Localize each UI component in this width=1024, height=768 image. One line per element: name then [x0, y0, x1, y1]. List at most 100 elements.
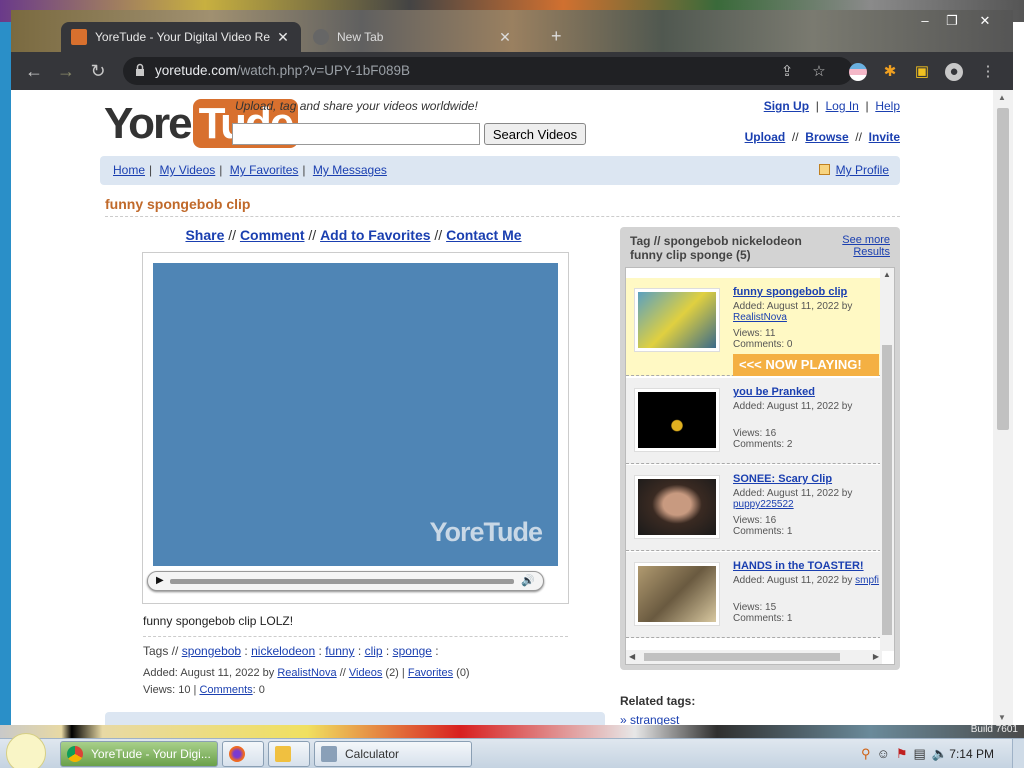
scroll-up-icon[interactable]: ▲	[998, 93, 1006, 102]
address-bar[interactable]: yoretude.com/watch.php?v=UPY-1bF089B	[123, 57, 853, 85]
tab-title: YoreTude - Your Digital Video Re	[95, 30, 271, 44]
tag-link[interactable]: spongebob	[182, 644, 241, 658]
search-button[interactable]: Search Videos	[484, 123, 586, 145]
uploader-link[interactable]: RealistNova	[277, 667, 336, 679]
tag-link[interactable]: funny	[325, 644, 354, 658]
search-icon[interactable]: ⚲	[861, 746, 877, 761]
task-explorer[interactable]	[268, 741, 310, 767]
scroll-up-icon[interactable]: ▲	[883, 270, 891, 279]
nav-my-messages[interactable]: My Messages	[313, 163, 387, 177]
video-tags: Tags // spongebob : nickelodeon : funny …	[143, 644, 439, 658]
scroll-down-icon[interactable]: ▼	[998, 713, 1006, 722]
tab-yoretude[interactable]: YoreTude - Your Digital Video Re ✕	[61, 22, 301, 52]
lock-icon	[136, 63, 144, 76]
list-scroll-thumb[interactable]	[882, 345, 892, 635]
item-title-link[interactable]: funny spongebob clip	[733, 286, 847, 298]
network-icon[interactable]: ▤	[914, 746, 932, 761]
video-thumbnail[interactable]	[634, 562, 720, 626]
show-desktop-button[interactable]	[1012, 739, 1024, 768]
close-icon[interactable]: ✕	[497, 29, 513, 46]
video-thumbnail[interactable]	[634, 288, 720, 352]
back-icon[interactable]: ←	[23, 61, 45, 81]
profile-icon[interactable]: ●	[945, 63, 963, 81]
add-favorites-link[interactable]: Add to Favorites	[320, 227, 430, 243]
list-item[interactable]: funny spongebob clip Added: August 11, 2…	[626, 278, 881, 376]
list-horizontal-scrollbar[interactable]: ◀ ▶	[626, 650, 882, 664]
videos-link[interactable]: Videos	[349, 667, 382, 679]
clock[interactable]: 7:14 PM	[949, 747, 994, 761]
item-views: Views: 16	[733, 428, 777, 439]
volume-icon[interactable]: 🔊	[521, 574, 535, 587]
login-link[interactable]: Log In	[825, 99, 858, 113]
tag-link[interactable]: nickelodeon	[251, 644, 315, 658]
contact-link[interactable]: Contact Me	[446, 227, 521, 243]
results-link[interactable]: Results	[853, 246, 890, 258]
sidepanel-icon[interactable]: ▣	[913, 63, 931, 81]
smiley-icon[interactable]: ☺	[877, 746, 896, 761]
list-hscroll-thumb[interactable]	[644, 653, 840, 661]
video-thumbnail[interactable]	[634, 475, 720, 539]
extension-icon[interactable]	[849, 63, 867, 81]
related-tag-link[interactable]: » strangest	[620, 713, 679, 725]
tag-link[interactable]: clip	[365, 644, 383, 658]
comments-link[interactable]: Comments	[199, 684, 252, 696]
list-item[interactable]: SONEE: Scary Clip Added: August 11, 2022…	[626, 465, 881, 551]
close-window-icon[interactable]: ✕	[974, 12, 996, 30]
item-added: Added: August 11, 2022 by	[733, 301, 853, 312]
browse-link[interactable]: Browse	[805, 130, 848, 144]
scroll-right-icon[interactable]: ▶	[873, 652, 879, 661]
list-item[interactable]: HANDS in the TOASTER! Added: August 11, …	[626, 552, 881, 638]
task-firefox[interactable]	[222, 741, 264, 767]
favorites-link[interactable]: Favorites	[408, 667, 453, 679]
comment-link[interactable]: Comment	[240, 227, 305, 243]
video-thumbnail[interactable]	[634, 388, 720, 452]
minimize-icon[interactable]: –	[914, 12, 936, 30]
restore-icon[interactable]: ❐	[941, 12, 963, 30]
task-chrome[interactable]: YoreTude - Your Digi...	[60, 741, 218, 767]
item-title-link[interactable]: you be Pranked	[733, 386, 815, 398]
video-screen[interactable]: YoreTude	[153, 263, 558, 566]
list-item[interactable]: you be Pranked Added: August 11, 2022 by…	[626, 378, 881, 464]
item-user-link[interactable]: RealistNova	[733, 312, 787, 323]
page-scrollbar[interactable]: ▲ ▼	[993, 90, 1013, 725]
page-scroll-thumb[interactable]	[997, 108, 1009, 430]
reload-icon[interactable]: ↻	[87, 61, 109, 81]
task-calculator[interactable]: Calculator	[314, 741, 472, 767]
tag-link[interactable]: sponge	[393, 644, 432, 658]
firefox-icon	[229, 746, 245, 762]
tab-new-tab[interactable]: New Tab ✕	[303, 22, 523, 52]
url-text[interactable]: yoretude.com/watch.php?v=UPY-1bF089B	[155, 63, 410, 78]
search-input[interactable]	[232, 123, 480, 145]
close-icon[interactable]: ✕	[275, 29, 291, 46]
upload-link[interactable]: Upload	[745, 130, 786, 144]
item-user-link[interactable]: puppy225522	[733, 499, 794, 510]
my-profile: My Profile	[818, 163, 889, 177]
see-more-link[interactable]: See more	[842, 234, 890, 246]
item-user-link[interactable]: smpfi	[855, 575, 879, 586]
nav-my-videos[interactable]: My Videos	[159, 163, 215, 177]
help-link[interactable]: Help	[875, 99, 900, 113]
list-scrollbar[interactable]: ▲	[880, 268, 894, 651]
play-icon[interactable]: ▶	[156, 575, 164, 586]
share-icon[interactable]: ⇪	[778, 63, 796, 81]
start-button[interactable]	[6, 733, 46, 768]
new-tab-button[interactable]: +	[551, 26, 562, 47]
seek-bar[interactable]	[170, 579, 514, 584]
nav-home[interactable]: Home	[113, 163, 145, 177]
menu-icon[interactable]: ⋮	[979, 63, 997, 81]
results-list[interactable]: funny spongebob clip Added: August 11, 2…	[625, 267, 895, 665]
item-title-link[interactable]: HANDS in the TOASTER!	[733, 560, 864, 572]
item-title-link[interactable]: SONEE: Scary Clip	[733, 473, 832, 485]
system-tray: ⚲☺⚑▤🔈	[861, 746, 954, 762]
security-icon[interactable]: ⚑	[896, 746, 914, 761]
share-link[interactable]: Share	[185, 227, 224, 243]
video-added-info: Added: August 11, 2022 by RealistNova //…	[143, 667, 470, 679]
my-profile-link[interactable]: My Profile	[836, 163, 889, 177]
puzzle-icon[interactable]: ✱	[881, 63, 899, 81]
nav-my-favorites[interactable]: My Favorites	[230, 163, 299, 177]
invite-link[interactable]: Invite	[869, 130, 900, 144]
signup-link[interactable]: Sign Up	[764, 99, 809, 113]
forward-icon[interactable]: →	[55, 61, 77, 81]
scroll-left-icon[interactable]: ◀	[629, 652, 635, 661]
star-icon[interactable]: ☆	[810, 63, 828, 81]
